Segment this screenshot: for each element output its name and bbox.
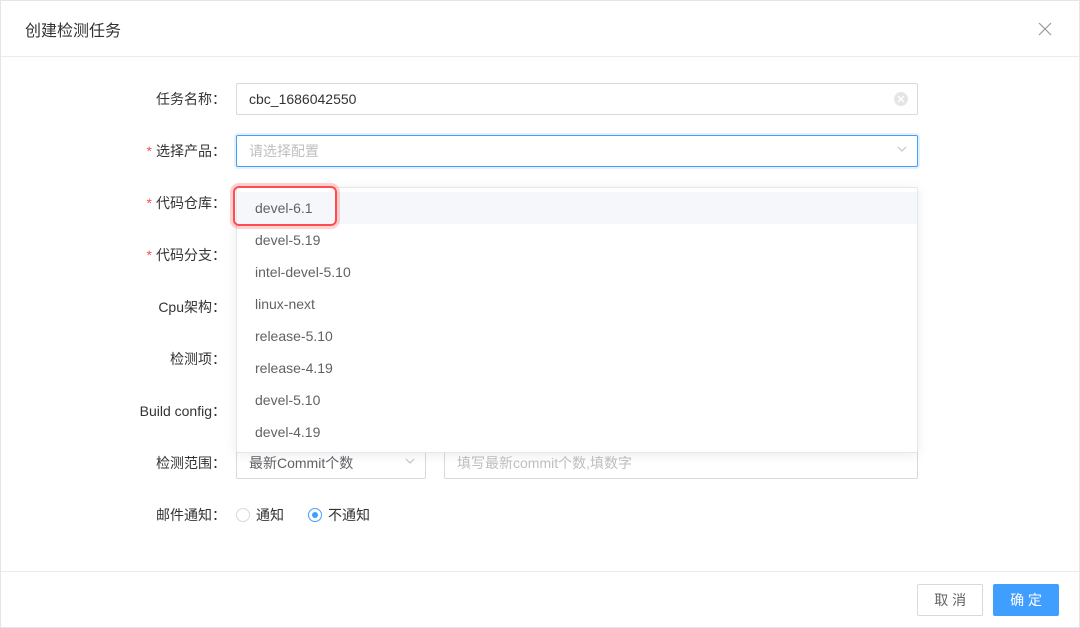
label-mail: 邮件通知：	[1, 505, 236, 525]
confirm-button[interactable]: 确 定	[993, 584, 1059, 616]
product-select[interactable]: 请选择配置	[236, 135, 918, 167]
mail-radio-yes-label: 通知	[256, 505, 284, 525]
label-task-name: 任务名称：	[1, 89, 236, 109]
dropdown-item[interactable]: release-5.10	[237, 320, 917, 352]
clear-icon[interactable]	[894, 92, 908, 106]
row-task-name: 任务名称：	[1, 83, 1079, 115]
modal-footer: 取 消 确 定	[1, 571, 1079, 627]
close-icon[interactable]	[1035, 19, 1055, 39]
task-name-wrap	[236, 83, 918, 115]
dropdown-item[interactable]: release-4.19	[237, 352, 917, 384]
dropdown-item[interactable]: devel-5.19	[237, 224, 917, 256]
mail-radio-no[interactable]: 不通知	[308, 505, 370, 525]
row-mail: 邮件通知： 通知 不通知	[1, 499, 1079, 531]
label-build: Build config：	[1, 401, 236, 421]
range-select-value: 最新Commit个数	[249, 453, 353, 473]
mail-radio-yes[interactable]: 通知	[236, 505, 284, 525]
label-product: *选择产品：	[1, 141, 236, 161]
label-cpu: Cpu架构：	[1, 297, 236, 317]
dropdown-item[interactable]: devel-5.10	[237, 384, 917, 416]
product-placeholder: 请选择配置	[249, 141, 319, 161]
product-select-wrap: 请选择配置	[236, 135, 918, 167]
dropdown-item[interactable]: linux-next	[237, 288, 917, 320]
label-range: 检测范围：	[1, 453, 236, 473]
cancel-button[interactable]: 取 消	[917, 584, 983, 616]
dropdown-item[interactable]: devel-6.1	[237, 192, 917, 224]
modal-body: 任务名称： *选择产品： 请选择配置 *代码仓库：	[1, 57, 1079, 571]
label-repo: *代码仓库：	[1, 193, 236, 213]
dropdown-item[interactable]: intel-devel-5.10	[237, 256, 917, 288]
dropdown-item[interactable]: devel-4.19	[237, 416, 917, 448]
label-check: 检测项：	[1, 349, 236, 369]
mail-radio-no-label: 不通知	[328, 505, 370, 525]
create-task-modal: 创建检测任务 任务名称： *选择产品： 请选择配置	[0, 0, 1080, 628]
row-product: *选择产品： 请选择配置	[1, 135, 1079, 167]
modal-title: 创建检测任务	[25, 17, 121, 41]
label-branch: *代码分支：	[1, 245, 236, 265]
modal-header: 创建检测任务	[1, 1, 1079, 57]
product-dropdown[interactable]: devel-6.1devel-5.19intel-devel-5.10linux…	[236, 187, 918, 453]
mail-radio-group: 通知 不通知	[236, 505, 918, 525]
task-name-input[interactable]	[236, 83, 918, 115]
